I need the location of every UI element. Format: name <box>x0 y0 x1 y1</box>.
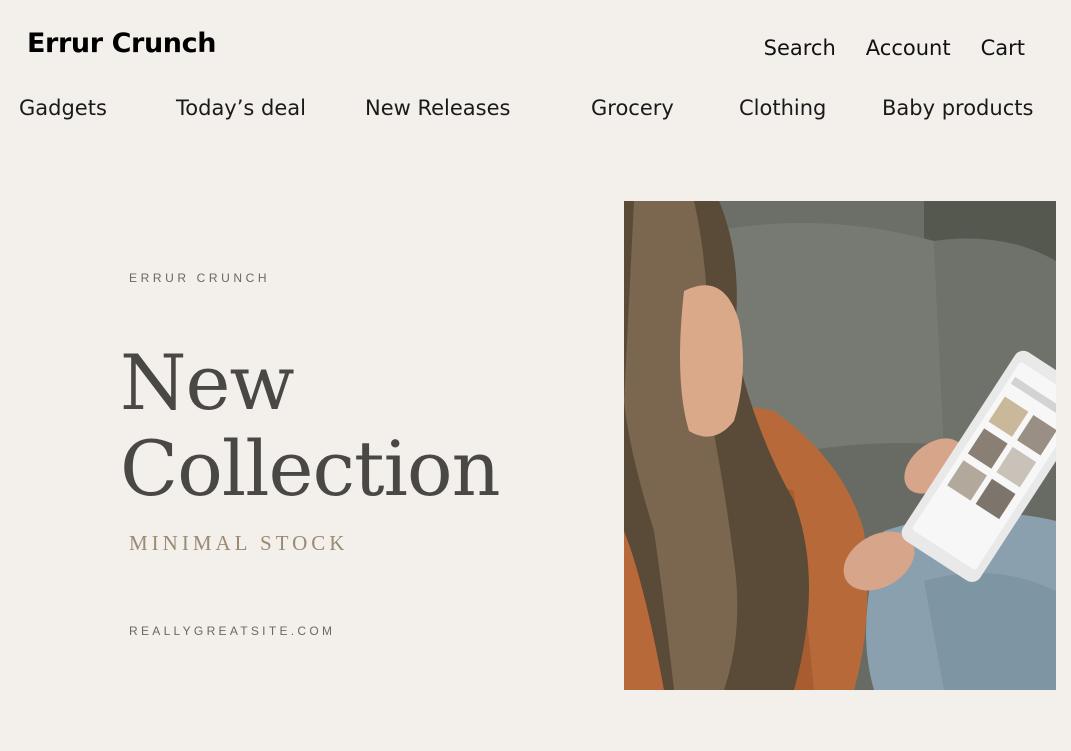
brand-logo[interactable]: Errur Crunch <box>27 28 216 59</box>
category-clothing[interactable]: Clothing <box>739 96 826 120</box>
category-gadgets[interactable]: Gadgets <box>19 96 107 120</box>
headline-line-2: Collection <box>120 424 501 513</box>
hero-subline: MINIMAL STOCK <box>129 531 349 555</box>
hero-eyebrow: ERRUR CRUNCH <box>129 271 271 285</box>
website-link[interactable]: REALLYGREATSITE.COM <box>129 624 335 638</box>
headline-line-1: New <box>120 338 295 427</box>
top-nav: Search Account Cart <box>764 36 1025 60</box>
woman-with-tablet-image <box>624 201 1056 690</box>
category-baby-products[interactable]: Baby products <box>882 96 1033 120</box>
category-nav: Gadgets Today’s deal New Releases Grocer… <box>0 96 1071 126</box>
category-grocery[interactable]: Grocery <box>591 96 674 120</box>
account-link[interactable]: Account <box>866 36 951 60</box>
cart-link[interactable]: Cart <box>981 36 1025 60</box>
category-new-releases[interactable]: New Releases <box>365 96 510 120</box>
category-todays-deal[interactable]: Today’s deal <box>176 96 306 120</box>
hero-headline: New Collection <box>120 338 501 513</box>
search-link[interactable]: Search <box>764 36 836 60</box>
hero-photo <box>624 201 1056 690</box>
